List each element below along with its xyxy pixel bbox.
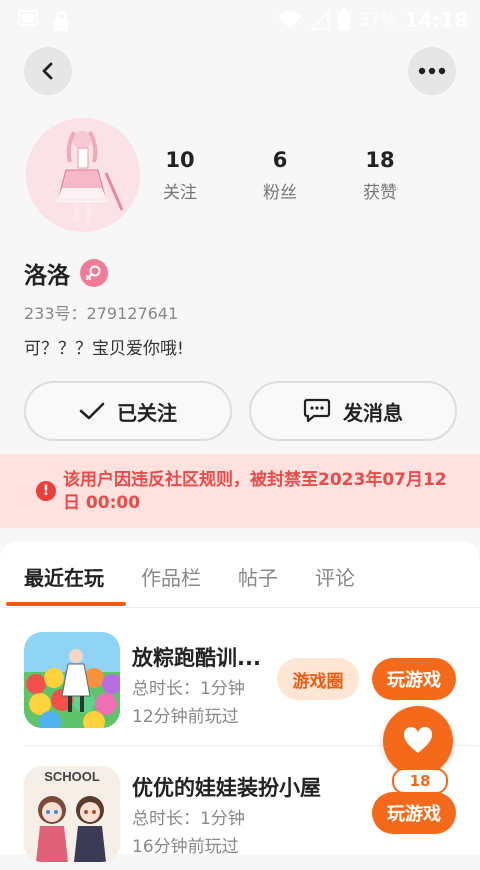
signal-icon xyxy=(310,10,329,30)
profile-tabs: 最近在玩 作品栏 帖子 评论 xyxy=(24,562,392,591)
user-id: 233号：279127641 xyxy=(24,304,179,323)
lock-icon xyxy=(54,11,68,31)
check-icon xyxy=(79,402,105,420)
avatar[interactable] xyxy=(26,118,140,232)
followed-label: 已关注 xyxy=(117,400,177,425)
back-button[interactable] xyxy=(24,47,72,95)
like-button[interactable] xyxy=(383,706,453,776)
profile-stats: 10 关注 6 粉丝 18 获赞 xyxy=(130,148,430,203)
tab-works[interactable]: 作品栏 xyxy=(141,562,201,591)
game-icon: SCHOOL xyxy=(24,766,120,862)
active-tab-indicator xyxy=(6,602,126,606)
following-count: 10 xyxy=(165,148,195,172)
more-dots-icon xyxy=(418,67,446,75)
name-row: 洛洛 xyxy=(24,256,108,290)
following-label: 关注 xyxy=(163,183,197,203)
alert-icon: ! xyxy=(36,481,56,501)
likes-stat[interactable]: 18 获赞 xyxy=(330,148,430,203)
chat-bubble-icon xyxy=(303,398,331,423)
send-message-label: 发消息 xyxy=(343,400,403,425)
tab-recent-played[interactable]: 最近在玩 xyxy=(24,562,104,591)
heart-icon xyxy=(403,727,433,753)
fans-count: 6 xyxy=(272,148,288,172)
play-game-button[interactable]: 玩游戏 xyxy=(372,792,456,834)
game-circle-button[interactable]: 游戏圈 xyxy=(277,658,359,700)
wifi-icon xyxy=(277,11,302,29)
like-count-badge: 18 xyxy=(392,768,448,794)
chevron-left-icon xyxy=(42,62,53,80)
tab-posts[interactable]: 帖子 xyxy=(238,562,278,591)
female-gender-icon xyxy=(80,259,108,287)
fans-label: 粉丝 xyxy=(263,183,297,203)
likes-label: 获赞 xyxy=(363,183,397,203)
fans-stat[interactable]: 6 粉丝 xyxy=(230,148,330,203)
battery-icon xyxy=(337,9,350,30)
game-duration: 总时长：1分钟 xyxy=(132,679,245,699)
screenshot-icon xyxy=(18,10,38,26)
status-bar: 37% 14:18 xyxy=(0,0,480,40)
following-stat[interactable]: 10 关注 xyxy=(130,148,230,203)
tab-divider xyxy=(0,607,480,608)
more-button[interactable] xyxy=(408,47,456,95)
send-message-button[interactable]: 发消息 xyxy=(249,381,457,441)
game-name: 优优的娃娃装扮小屋 xyxy=(132,776,321,800)
battery-percent: 37% xyxy=(358,10,397,30)
status-time: 14:18 xyxy=(404,8,468,32)
likes-count: 18 xyxy=(365,148,395,172)
play-game-button[interactable]: 玩游戏 xyxy=(372,658,456,700)
tab-comments[interactable]: 评论 xyxy=(315,562,355,591)
game-name: 放粽跑酷训... xyxy=(132,646,261,670)
followed-button[interactable]: 已关注 xyxy=(24,381,232,441)
game-icon-text: SCHOOL xyxy=(44,769,100,784)
bio: 可？？？宝贝爱你哦! xyxy=(24,339,184,359)
game-last-played: 16分钟前玩过 xyxy=(132,837,239,857)
nickname: 洛洛 xyxy=(24,263,70,289)
game-last-played: 12分钟前玩过 xyxy=(132,707,239,727)
game-icon xyxy=(24,632,120,728)
avatar-character-image xyxy=(26,118,140,232)
game-duration: 总时长：1分钟 xyxy=(132,809,245,829)
ban-notice-text: 该用户因违反社区规则，被封禁至2023年07月12日 00:00 xyxy=(63,470,447,513)
